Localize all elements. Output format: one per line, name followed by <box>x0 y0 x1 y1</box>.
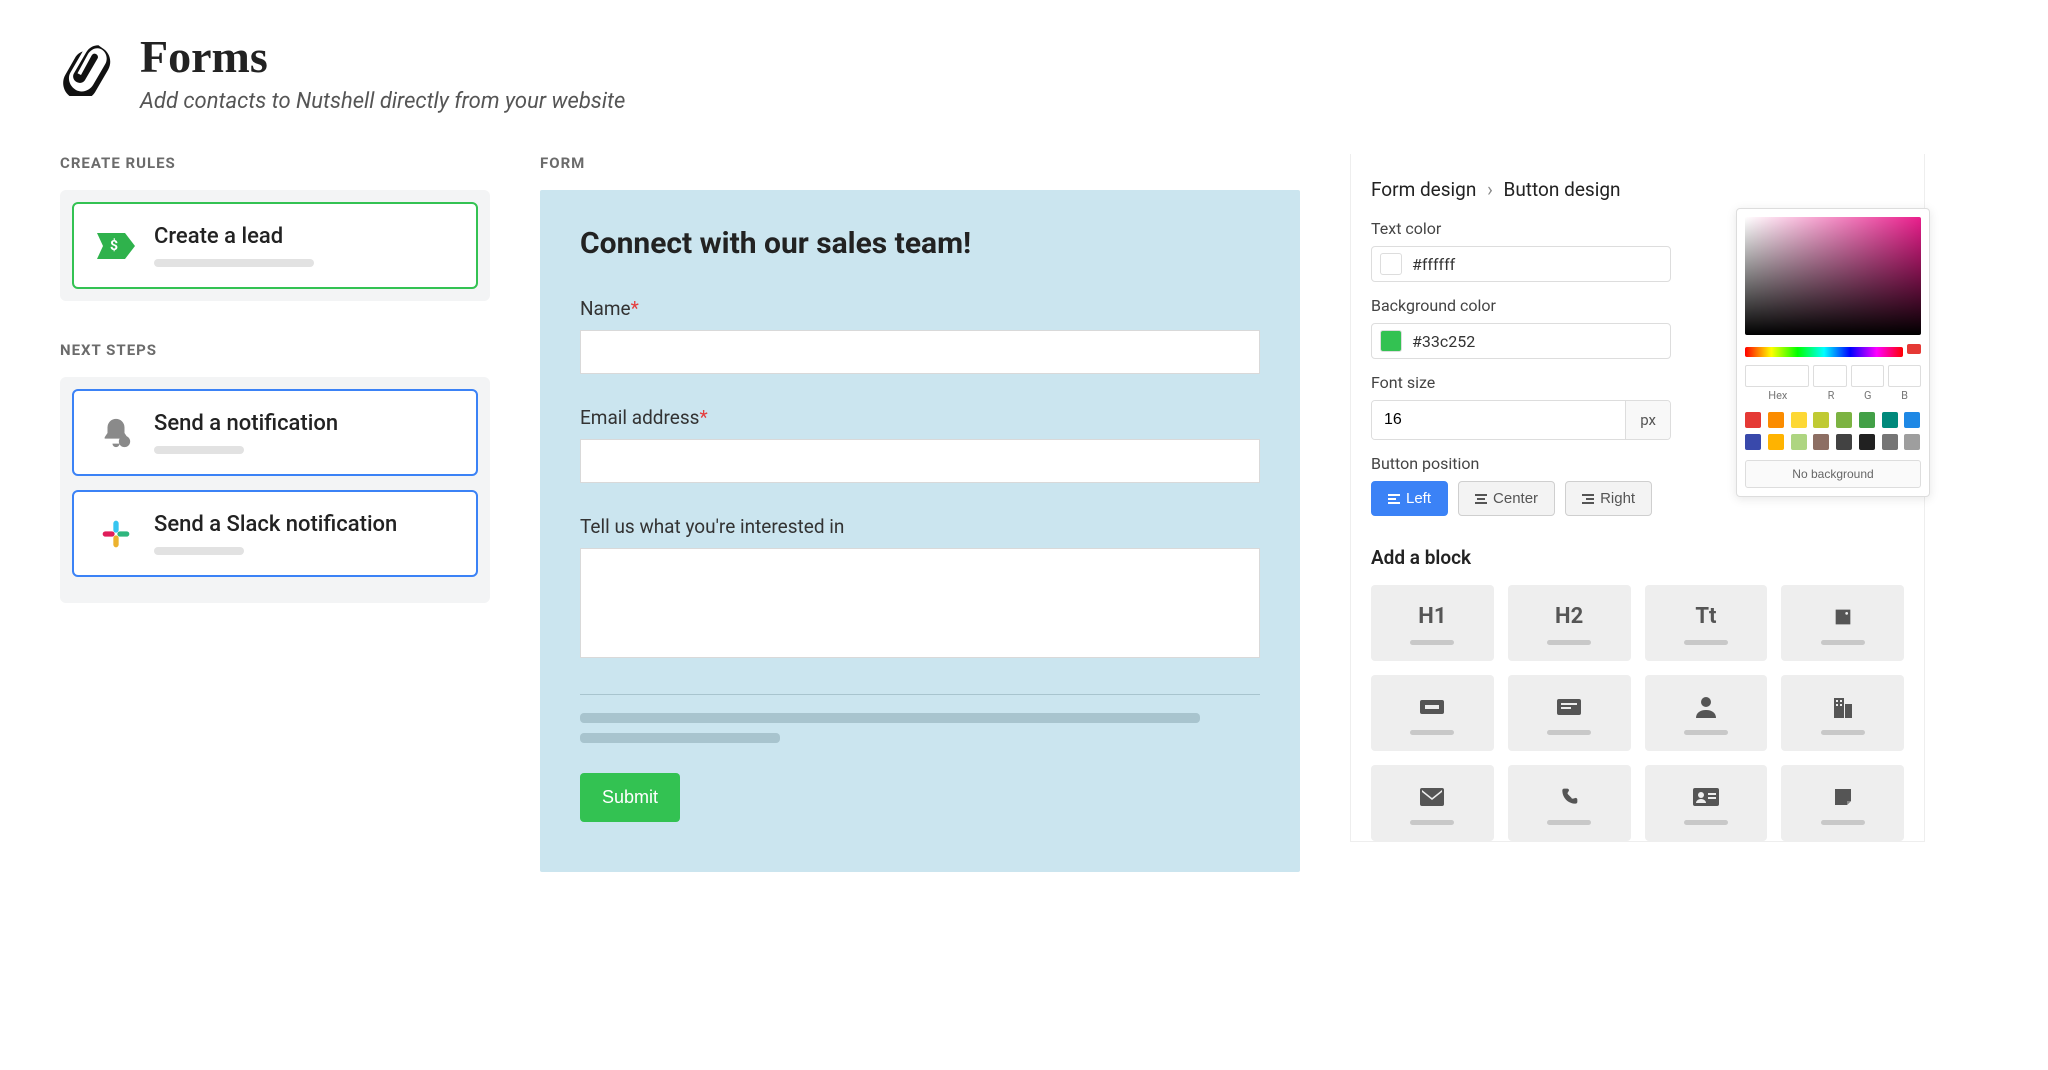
id-card-icon <box>1693 782 1719 812</box>
r-input[interactable] <box>1813 365 1846 387</box>
preset-swatch[interactable] <box>1745 434 1761 450</box>
preset-swatch[interactable] <box>1768 434 1784 450</box>
block-button[interactable] <box>1371 675 1494 751</box>
placeholder-line <box>580 713 1200 723</box>
preset-swatches <box>1745 412 1921 450</box>
add-block-title: Add a block <box>1371 546 1904 569</box>
b-input[interactable] <box>1888 365 1921 387</box>
preset-swatch[interactable] <box>1813 434 1829 450</box>
preset-swatch[interactable] <box>1791 434 1807 450</box>
interest-textarea[interactable] <box>580 548 1260 658</box>
block-note[interactable] <box>1781 765 1904 841</box>
step-title: Send a notification <box>154 411 454 436</box>
form-canvas: Connect with our sales team! Name* Email… <box>540 190 1300 872</box>
form-title: Connect with our sales team! <box>580 226 1260 261</box>
h2-icon: H2 <box>1555 602 1583 632</box>
page-title: Forms <box>140 30 625 83</box>
preset-swatch[interactable] <box>1859 434 1875 450</box>
block-heading-1[interactable]: H1 <box>1371 585 1494 661</box>
placeholder-line <box>580 733 780 743</box>
block-contact-card[interactable] <box>1645 765 1768 841</box>
bg-color-swatch <box>1380 330 1402 352</box>
building-icon <box>1832 692 1854 722</box>
form-preview-column: FORM Connect with our sales team! Name* … <box>540 154 1300 872</box>
no-background-button[interactable]: No background <box>1745 460 1921 488</box>
phone-icon <box>1559 782 1579 812</box>
image-icon <box>1832 602 1854 632</box>
current-color-swatch <box>1907 344 1921 354</box>
position-left-button[interactable]: Left <box>1371 481 1448 516</box>
rule-title: Create a lead <box>154 224 454 249</box>
preset-swatch[interactable] <box>1836 412 1852 428</box>
block-company[interactable] <box>1781 675 1904 751</box>
breadcrumb: Form design › Button design <box>1371 178 1904 201</box>
page-subtitle: Add contacts to Nutshell directly from y… <box>140 89 625 114</box>
preset-swatch[interactable] <box>1859 412 1875 428</box>
text-icon: Tt <box>1695 602 1716 632</box>
block-email[interactable] <box>1371 765 1494 841</box>
breadcrumb-current: Button design <box>1504 178 1621 201</box>
email-input[interactable] <box>580 439 1260 483</box>
preset-swatch[interactable] <box>1904 434 1920 450</box>
email-label: Email address* <box>580 406 1260 429</box>
position-center-button[interactable]: Center <box>1458 481 1555 516</box>
rules-sidebar: CREATE RULES $ Create a lead NEXT STEPS <box>60 154 490 643</box>
hue-slider[interactable] <box>1745 347 1903 357</box>
block-grid: H1 H2 Tt <box>1371 585 1904 841</box>
text-color-input[interactable]: #ffffff <box>1371 246 1671 282</box>
slack-icon <box>96 514 136 554</box>
h1-icon: H1 <box>1418 602 1446 632</box>
step-title: Send a Slack notification <box>154 512 454 537</box>
g-input[interactable] <box>1851 365 1884 387</box>
design-panel: Form design › Button design Text color #… <box>1350 154 1925 842</box>
preset-swatch[interactable] <box>1882 434 1898 450</box>
block-image[interactable] <box>1781 585 1904 661</box>
interest-label: Tell us what you're interested in <box>580 515 1260 538</box>
placeholder-line <box>154 259 314 267</box>
name-input[interactable] <box>580 330 1260 374</box>
placeholder-line <box>154 547 244 555</box>
svg-text:$: $ <box>110 237 118 254</box>
next-steps-label: NEXT STEPS <box>60 341 490 359</box>
position-right-button[interactable]: Right <box>1565 481 1652 516</box>
breadcrumb-root[interactable]: Form design <box>1371 178 1476 201</box>
form-section-label: FORM <box>540 154 1300 172</box>
button-icon <box>1420 692 1444 722</box>
block-heading-2[interactable]: H2 <box>1508 585 1631 661</box>
note-icon <box>1833 782 1853 812</box>
placeholder-line <box>154 446 244 454</box>
divider <box>580 694 1260 695</box>
lead-tag-icon: $ <box>96 226 136 266</box>
font-size-input[interactable] <box>1372 401 1625 439</box>
color-picker-popover[interactable]: Hex R G B No background <box>1736 208 1930 497</box>
block-phone[interactable] <box>1508 765 1631 841</box>
preset-swatch[interactable] <box>1813 412 1829 428</box>
text-color-swatch <box>1380 253 1402 275</box>
font-size-unit: px <box>1625 401 1670 439</box>
preset-swatch[interactable] <box>1836 434 1852 450</box>
preset-swatch[interactable] <box>1768 412 1784 428</box>
step-card-slack[interactable]: Send a Slack notification <box>72 490 478 577</box>
block-text[interactable]: Tt <box>1645 585 1768 661</box>
name-label: Name* <box>580 297 1260 320</box>
preset-swatch[interactable] <box>1882 412 1898 428</box>
preset-swatch[interactable] <box>1745 412 1761 428</box>
rule-card-create-lead[interactable]: $ Create a lead <box>72 202 478 289</box>
card-icon <box>1557 692 1581 722</box>
page-header: Forms Add contacts to Nutshell directly … <box>60 30 1988 114</box>
color-saturation-area[interactable] <box>1745 217 1921 335</box>
bg-color-input[interactable]: #33c252 <box>1371 323 1671 359</box>
preset-swatch[interactable] <box>1791 412 1807 428</box>
magnet-logo-icon <box>60 40 116 96</box>
person-icon <box>1696 692 1716 722</box>
submit-button[interactable]: Submit <box>580 773 680 822</box>
create-rules-label: CREATE RULES <box>60 154 490 172</box>
block-card[interactable] <box>1508 675 1631 751</box>
block-person[interactable] <box>1645 675 1768 751</box>
hex-input[interactable] <box>1745 365 1809 387</box>
envelope-icon <box>1420 782 1444 812</box>
preset-swatch[interactable] <box>1904 412 1920 428</box>
step-card-notification[interactable]: Send a notification <box>72 389 478 476</box>
bell-icon <box>96 413 136 453</box>
